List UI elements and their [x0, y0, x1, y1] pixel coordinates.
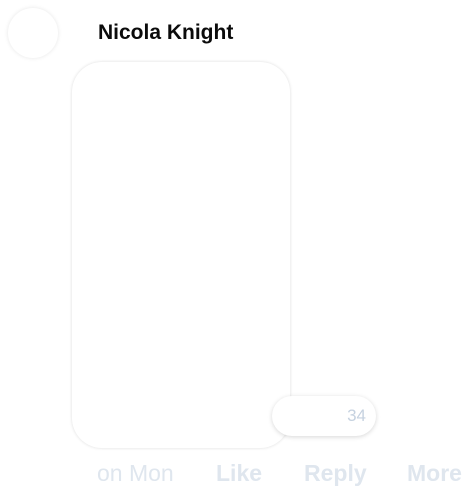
avatar[interactable]	[8, 8, 58, 58]
message-actions: on Mon Like Reply More	[97, 459, 469, 487]
reply-button[interactable]: Reply	[304, 459, 367, 487]
like-button[interactable]: Like	[216, 459, 262, 487]
reaction-count-pill[interactable]: 34	[272, 396, 376, 436]
more-button[interactable]: More	[407, 459, 462, 487]
timestamp: on Mon	[97, 460, 174, 486]
message-bubble[interactable]	[72, 62, 290, 448]
reaction-count: 34	[347, 406, 366, 425]
author-name[interactable]: Nicola Knight	[98, 20, 233, 46]
